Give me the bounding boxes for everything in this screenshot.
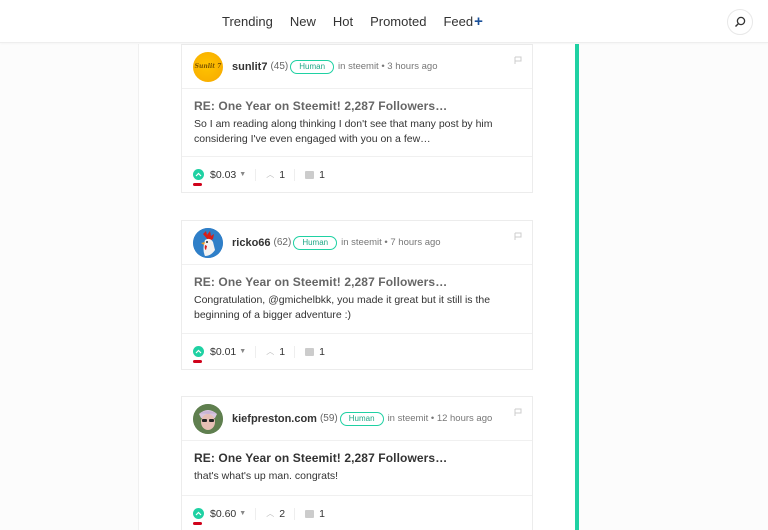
top-header: Trending New Hot Promoted Feed + — [0, 0, 768, 43]
voters-icon: ︿ — [266, 170, 275, 179]
comment-header: Sunlit 7 sunlit7 (45) Human in steemit •… — [182, 45, 532, 89]
flag-icon[interactable] — [514, 56, 523, 65]
caret-down-icon[interactable]: ▼ — [239, 510, 246, 517]
voters-icon: ︿ — [266, 509, 275, 518]
divider — [294, 507, 296, 520]
reply-count[interactable]: 1 — [319, 346, 325, 358]
human-badge: Human — [293, 235, 338, 250]
payout-value[interactable]: $0.03 — [210, 169, 236, 181]
comment-card: Sunlit 7 sunlit7 (45) Human in steemit •… — [181, 44, 533, 193]
vote-count[interactable]: 2 — [279, 508, 285, 520]
comment-text: So I am reading along thinking I don't s… — [194, 118, 493, 145]
comment-card: kiefpreston.com (59) Human in steemit • … — [181, 396, 533, 530]
flag-icon[interactable] — [514, 232, 523, 241]
nav-promoted[interactable]: Promoted — [370, 14, 426, 29]
main-nav: Trending New Hot Promoted Feed + — [222, 0, 500, 43]
divider — [255, 345, 257, 358]
avatar-logo-text: Sunlit 7 — [194, 63, 222, 70]
upvote-button[interactable] — [193, 508, 204, 519]
avatar[interactable] — [193, 403, 223, 434]
comment-footer: $0.03 ▼ ︿ 1 1 — [182, 156, 532, 192]
nav-feed-label: Feed — [443, 14, 474, 29]
avatar[interactable]: Sunlit 7 — [193, 51, 223, 82]
payout-value[interactable]: $0.01 — [210, 346, 236, 358]
search-icon — [735, 16, 746, 27]
chevron-up-icon — [195, 172, 202, 177]
divider — [294, 345, 296, 358]
vote-marker — [193, 522, 202, 525]
plus-icon: + — [474, 13, 483, 30]
nav-new[interactable]: New — [290, 14, 316, 29]
profile-photo-image — [193, 403, 223, 434]
divider — [294, 168, 296, 181]
comment-text: that's what's up man. congrats! — [194, 470, 339, 482]
comment-meta[interactable]: in steemit • 7 hours ago — [341, 237, 440, 248]
comment-footer: $0.60 ▼ ︿ 2 1 — [182, 495, 532, 530]
comment-icon — [305, 509, 315, 518]
comment-icon — [305, 347, 315, 356]
nav-trending[interactable]: Trending — [222, 14, 273, 29]
comment-icon — [305, 170, 315, 179]
comment-footer: $0.01 ▼ ︿ 1 1 — [182, 333, 532, 369]
vote-marker — [193, 360, 202, 363]
author-reputation: (62) — [273, 237, 292, 248]
author-link[interactable]: ricko66 — [232, 237, 271, 249]
vote-count[interactable]: 1 — [279, 169, 285, 181]
comment-title[interactable]: RE: One Year on Steemit! 2,287 Followers… — [194, 99, 520, 113]
caret-down-icon[interactable]: ▼ — [239, 348, 246, 355]
caret-down-icon[interactable]: ▼ — [239, 171, 246, 178]
comment-body: RE: One Year on Steemit! 2,287 Followers… — [182, 441, 532, 484]
reply-count[interactable]: 1 — [319, 169, 325, 181]
rooster-avatar-image — [193, 227, 223, 258]
divider — [255, 507, 257, 520]
comment-header: ricko66 (62) Human in steemit • 7 hours … — [182, 221, 532, 265]
author-reputation: (59) — [319, 413, 338, 424]
author-link[interactable]: sunlit7 — [232, 61, 267, 73]
comment-body: RE: One Year on Steemit! 2,287 Followers… — [182, 265, 532, 323]
comment-title[interactable]: RE: One Year on Steemit! 2,287 Followers… — [194, 275, 520, 289]
reply-count[interactable]: 1 — [319, 508, 325, 520]
human-badge: Human — [339, 411, 384, 426]
author-reputation: (45) — [270, 61, 289, 72]
author-link[interactable]: kiefpreston.com — [232, 413, 317, 425]
comment-title[interactable]: RE: One Year on Steemit! 2,287 Followers… — [194, 451, 520, 465]
chevron-up-icon — [195, 349, 202, 354]
divider — [255, 168, 257, 181]
nav-feed[interactable]: Feed + — [443, 14, 482, 29]
vote-marker — [193, 183, 202, 186]
nav-hot[interactable]: Hot — [333, 14, 353, 29]
chevron-up-icon — [195, 511, 202, 516]
human-badge: Human — [290, 59, 335, 74]
comment-header: kiefpreston.com (59) Human in steemit • … — [182, 397, 532, 441]
comment-body: RE: One Year on Steemit! 2,287 Followers… — [182, 89, 532, 147]
voters-icon: ︿ — [266, 347, 275, 356]
flag-icon[interactable] — [514, 408, 523, 417]
comment-meta[interactable]: in steemit • 3 hours ago — [338, 61, 437, 72]
accent-divider — [575, 44, 579, 530]
comment-meta[interactable]: in steemit • 12 hours ago — [388, 413, 493, 424]
comment-card: ricko66 (62) Human in steemit • 7 hours … — [181, 220, 533, 370]
comment-text: Congratulation, @gmichelbkk, you made it… — [194, 294, 491, 321]
payout-value[interactable]: $0.60 — [210, 508, 236, 520]
avatar[interactable] — [193, 227, 223, 258]
search-button[interactable] — [727, 9, 753, 35]
upvote-button[interactable] — [193, 346, 204, 357]
upvote-button[interactable] — [193, 169, 204, 180]
vote-count[interactable]: 1 — [279, 346, 285, 358]
